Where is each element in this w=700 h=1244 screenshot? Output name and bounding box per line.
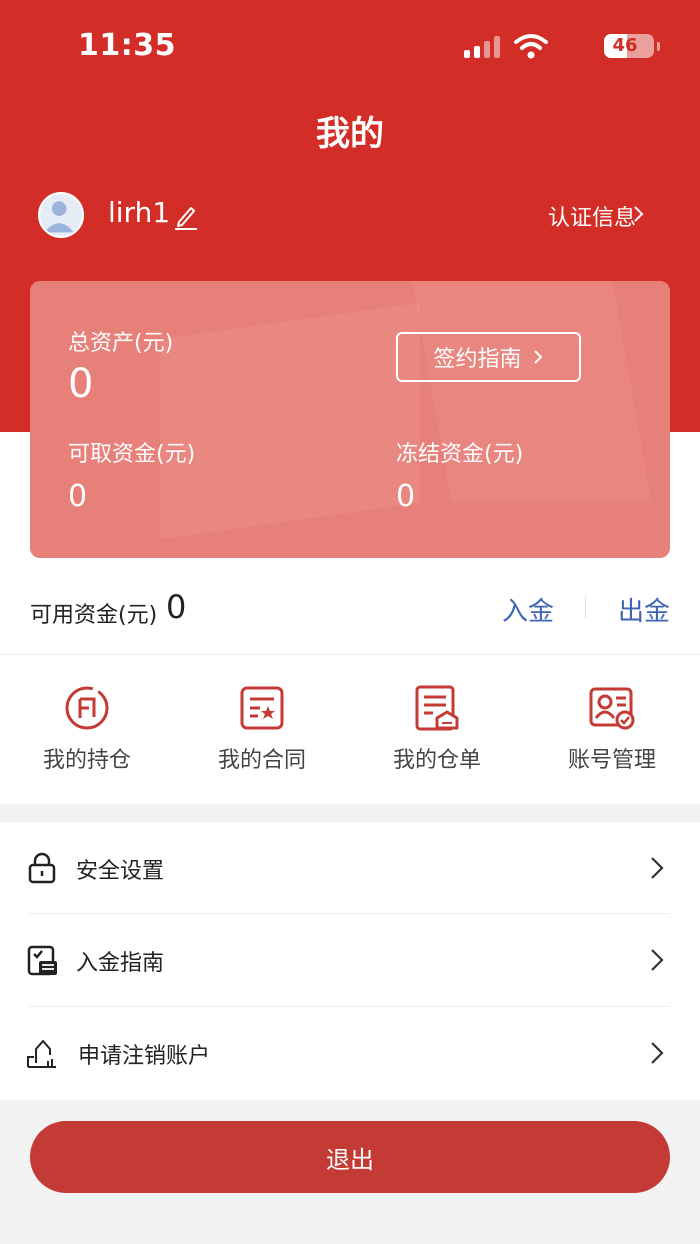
- quick-action-label: 账号管理: [567, 748, 656, 773]
- sign-guide-button[interactable]: 签约指南: [396, 332, 581, 382]
- available-funds-label: 可用资金(元): [30, 603, 158, 628]
- cancel-account-icon: [27, 1040, 56, 1068]
- withdrawable-label: 可取资金(元): [68, 442, 196, 467]
- page-title: 我的: [316, 114, 384, 154]
- deposit-guide-icon: [27, 945, 57, 976]
- menu-item-cancel-account[interactable]: 申请注销账户: [0, 1007, 700, 1099]
- frozen-value: 0: [396, 479, 416, 514]
- contract-icon: [240, 686, 284, 730]
- cert-info-link[interactable]: 认证信息: [548, 200, 636, 232]
- divider: [585, 596, 586, 618]
- edit-icon[interactable]: [172, 202, 198, 230]
- menu-item-deposit-guide[interactable]: 入金指南: [0, 914, 700, 1006]
- quick-action-position[interactable]: 我的持仓: [12, 684, 162, 774]
- menu-item-label: 入金指南: [76, 951, 165, 976]
- chevron-right-icon: [651, 1042, 664, 1064]
- card-decoration: [408, 281, 652, 501]
- signal-icon: [464, 36, 502, 58]
- wifi-icon: [514, 34, 548, 59]
- menu-item-security-settings[interactable]: 安全设置: [0, 822, 700, 914]
- settings-menu: 安全设置 入金指南 申请注销账户: [0, 822, 700, 1100]
- quick-action-label: 我的合同: [217, 748, 306, 773]
- battery-level-text: 46: [612, 35, 638, 56]
- total-assets-label: 总资产(元): [68, 331, 174, 356]
- asset-card: 总资产(元) 0 签约指南 可取资金(元) 0 冻结资金(元) 0: [30, 281, 670, 558]
- available-funds-value: 0: [166, 588, 187, 626]
- battery-cap: [657, 42, 660, 51]
- status-time: 11:35: [78, 28, 176, 63]
- card-decoration: [160, 302, 420, 540]
- avatar[interactable]: [38, 192, 84, 238]
- withdrawable-value: 0: [68, 479, 88, 514]
- chevron-right-icon: [651, 857, 664, 879]
- battery-icon: 46: [604, 34, 654, 58]
- username: lirh1: [108, 196, 171, 229]
- divider: [0, 654, 700, 655]
- chevron-right-icon: [651, 949, 664, 971]
- warehouse-receipt-icon: [415, 685, 459, 731]
- quick-action-label: 我的仓单: [392, 748, 481, 773]
- menu-item-label: 安全设置: [76, 859, 165, 884]
- logout-button[interactable]: 退出: [30, 1121, 670, 1193]
- position-icon: [65, 686, 109, 730]
- total-assets-value: 0: [68, 361, 94, 407]
- frozen-label: 冻结资金(元): [396, 442, 524, 467]
- status-icons: 46: [444, 32, 660, 60]
- quick-action-warehouse-receipt[interactable]: 我的仓单: [362, 684, 512, 774]
- quick-action-label: 我的持仓: [42, 748, 131, 773]
- account-manage-icon: [589, 687, 635, 730]
- withdraw-link[interactable]: 出金: [618, 591, 670, 628]
- menu-item-label: 申请注销账户: [78, 1044, 211, 1069]
- sign-guide-label: 签约指南: [433, 347, 522, 372]
- quick-action-contract[interactable]: 我的合同: [187, 684, 337, 774]
- user-icon: [44, 201, 74, 233]
- quick-action-account-manage[interactable]: 账号管理: [537, 684, 687, 774]
- chevron-right-icon[interactable]: [632, 204, 646, 224]
- chevron-right-icon: [533, 350, 542, 364]
- deposit-link[interactable]: 入金: [502, 591, 554, 628]
- lock-icon: [28, 852, 56, 884]
